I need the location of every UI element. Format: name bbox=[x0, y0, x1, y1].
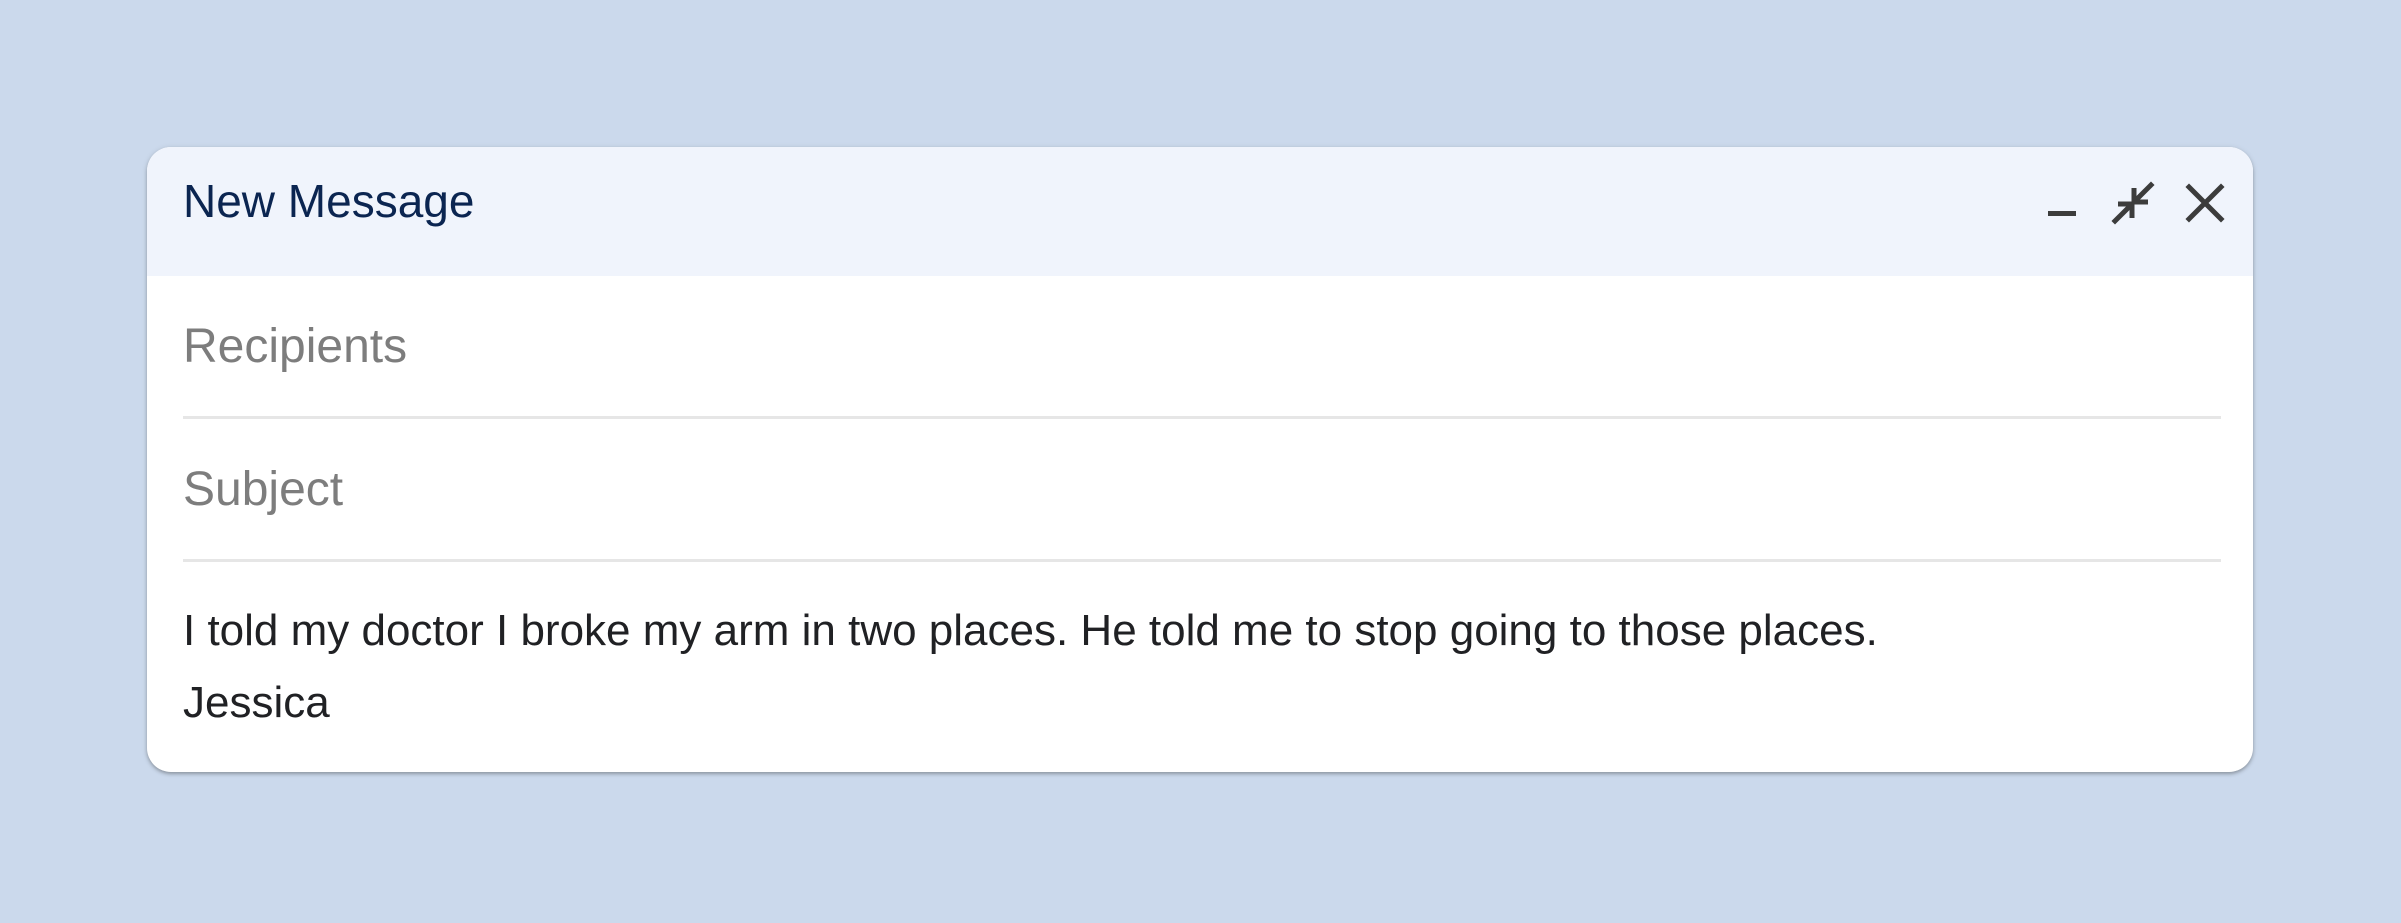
compose-header: New Message bbox=[147, 147, 2253, 276]
message-body-line: I told my doctor I broke my arm in two p… bbox=[183, 606, 1878, 655]
recipients-field bbox=[183, 276, 2221, 419]
exit-fullscreen-icon bbox=[2111, 181, 2155, 225]
exit-fullscreen-button[interactable] bbox=[2105, 175, 2161, 231]
compose-window: New Message I told my doctor I broke bbox=[147, 147, 2253, 772]
close-button[interactable] bbox=[2177, 175, 2233, 231]
close-icon bbox=[2185, 183, 2225, 223]
recipients-input[interactable] bbox=[183, 276, 2221, 416]
minimize-icon bbox=[2048, 211, 2076, 216]
subject-input[interactable] bbox=[183, 419, 2221, 559]
minimize-button[interactable] bbox=[2034, 175, 2090, 231]
subject-field bbox=[183, 419, 2221, 562]
message-body[interactable]: I told my doctor I broke my arm in two p… bbox=[183, 595, 2221, 745]
compose-title: New Message bbox=[183, 175, 475, 227]
message-body-signature: Jessica bbox=[183, 678, 330, 727]
